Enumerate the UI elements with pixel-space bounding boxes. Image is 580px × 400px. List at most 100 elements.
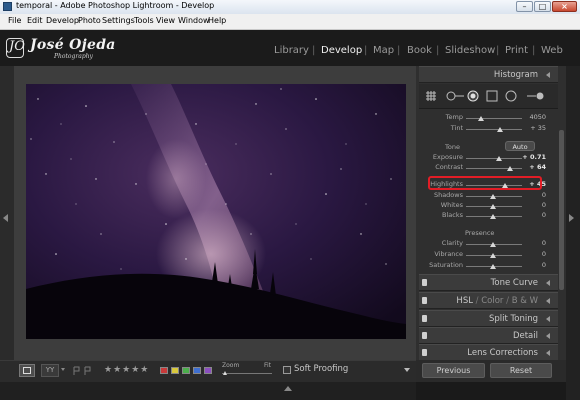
before-after-dropdown-icon[interactable] <box>61 368 65 371</box>
saturation-value[interactable]: 0 <box>522 261 546 269</box>
contrast-label: Contrast <box>435 163 463 171</box>
menu-develop[interactable]: Develop <box>46 16 79 25</box>
menu-window[interactable]: Window <box>178 16 210 25</box>
left-panel-toggle-icon[interactable] <box>3 214 8 222</box>
module-map[interactable]: Map <box>373 45 394 56</box>
flag-icons[interactable] <box>72 366 94 376</box>
color-label-blue[interactable] <box>193 367 201 374</box>
module-develop[interactable]: Develop <box>321 45 362 56</box>
temp-value[interactable]: 4050 <box>522 113 546 121</box>
red-eye-icon[interactable] <box>467 90 479 102</box>
soft-proofing-checkbox[interactable] <box>283 366 291 374</box>
radial-filter-icon[interactable] <box>505 90 517 102</box>
color-tab[interactable]: Color <box>481 296 503 306</box>
menu-file[interactable]: File <box>8 16 21 25</box>
module-separator: | <box>496 45 500 56</box>
whites-value[interactable]: 0 <box>522 201 546 209</box>
panel-title-hsl: HSL / Color / B & W <box>456 296 538 306</box>
panel-switch-icon[interactable] <box>422 349 427 356</box>
menu-help[interactable]: Help <box>208 16 226 25</box>
contrast-value[interactable]: + 64 <box>522 163 546 171</box>
module-slideshow[interactable]: Slideshow <box>445 45 495 56</box>
vibrance-slider-thumb[interactable] <box>490 253 496 258</box>
whites-slider-thumb[interactable] <box>490 204 496 209</box>
menu-edit[interactable]: Edit <box>27 16 43 25</box>
exposure-value[interactable]: + 0.71 <box>522 153 546 161</box>
saturation-slider-thumb[interactable] <box>490 264 496 269</box>
previous-button[interactable]: Previous <box>422 363 485 378</box>
filmstrip-toggle-icon[interactable] <box>284 386 292 391</box>
panel-header-lens-corrections[interactable]: Lens Corrections <box>419 344 558 361</box>
module-separator: | <box>364 45 368 56</box>
tint-slider-thumb[interactable] <box>497 127 503 132</box>
left-panel-strip[interactable] <box>0 66 14 360</box>
panel-header-tone-curve[interactable]: Tone Curve <box>419 274 558 291</box>
collapse-arrow-icon <box>546 316 550 322</box>
shadows-value[interactable]: 0 <box>522 191 546 199</box>
module-separator: | <box>312 45 316 56</box>
right-panel-edge[interactable] <box>566 66 580 400</box>
module-web[interactable]: Web <box>541 45 563 56</box>
reset-button[interactable]: Reset <box>490 363 552 378</box>
menu-photo[interactable]: Photo <box>78 16 101 25</box>
panel-header-histogram[interactable]: Histogram <box>419 66 558 83</box>
menu-tools[interactable]: Tools <box>134 16 154 25</box>
module-print[interactable]: Print <box>505 45 528 56</box>
toolbar-options-dropdown-icon[interactable] <box>404 368 410 372</box>
logo-mark: JO <box>9 39 25 54</box>
panel-header-split-toning[interactable]: Split Toning <box>419 310 558 327</box>
blacks-slider-thumb[interactable] <box>490 214 496 219</box>
spot-removal-icon[interactable] <box>443 90 465 102</box>
color-label-purple[interactable] <box>204 367 212 374</box>
zoom-slider-track[interactable] <box>222 373 272 374</box>
presence-section-label: Presence <box>465 229 495 237</box>
vibrance-value[interactable]: 0 <box>522 250 546 258</box>
maximize-button[interactable]: □ <box>534 1 551 12</box>
temp-slider-track[interactable] <box>466 118 522 119</box>
panel-switch-icon[interactable] <box>422 279 427 286</box>
menu-view[interactable]: View <box>156 16 175 25</box>
contrast-slider-track[interactable] <box>466 168 522 169</box>
loupe-view-button[interactable] <box>19 364 35 377</box>
crop-overlay-icon[interactable] <box>425 90 437 102</box>
graduated-filter-icon[interactable] <box>486 90 498 102</box>
bw-tab[interactable]: B & W <box>512 296 538 306</box>
minimize-button[interactable]: – <box>516 1 533 12</box>
color-label-yellow[interactable] <box>171 367 179 374</box>
adjustment-brush-icon[interactable] <box>525 90 547 102</box>
temp-label: Temp <box>445 113 463 121</box>
auto-tone-button[interactable]: Auto <box>505 141 535 151</box>
tint-value[interactable]: + 35 <box>522 124 546 132</box>
panel-header-detail[interactable]: Detail <box>419 327 558 344</box>
zoom-slider-thumb[interactable] <box>223 371 227 375</box>
module-library[interactable]: Library <box>274 45 309 56</box>
color-label-green[interactable] <box>182 367 190 374</box>
exposure-slider-thumb[interactable] <box>496 156 502 161</box>
clarity-value[interactable]: 0 <box>522 239 546 247</box>
zoom-label: Zoom <box>222 362 240 369</box>
color-label-red[interactable] <box>160 367 168 374</box>
tint-slider-track[interactable] <box>466 129 522 130</box>
milky-way-photo[interactable] <box>26 84 406 339</box>
temp-slider-thumb[interactable] <box>478 116 484 121</box>
hsl-tab[interactable]: HSL <box>456 296 473 306</box>
module-separator: | <box>397 45 401 56</box>
right-panel-toggle-icon[interactable] <box>569 214 574 222</box>
shadows-slider-thumb[interactable] <box>490 194 496 199</box>
panel-header-hsl[interactable]: HSL / Color / B & W <box>419 292 558 309</box>
module-book[interactable]: Book <box>407 45 432 56</box>
menu-settings[interactable]: Settings <box>102 16 135 25</box>
whites-label: Whites <box>440 201 463 209</box>
panel-switch-icon[interactable] <box>422 332 427 339</box>
right-panel-scrollbar[interactable] <box>559 130 564 290</box>
panel-switch-icon[interactable] <box>422 315 427 322</box>
before-after-view-button[interactable]: YY <box>41 364 59 377</box>
close-button[interactable]: × <box>552 1 577 12</box>
clarity-slider-thumb[interactable] <box>490 242 496 247</box>
panel-title-tone-curve: Tone Curve <box>490 278 538 288</box>
panel-switch-icon[interactable] <box>422 297 427 304</box>
exposure-slider-track[interactable] <box>466 158 522 159</box>
star-rating[interactable]: ★★★★★ <box>104 365 149 375</box>
blacks-value[interactable]: 0 <box>522 211 546 219</box>
contrast-slider-thumb[interactable] <box>507 166 513 171</box>
